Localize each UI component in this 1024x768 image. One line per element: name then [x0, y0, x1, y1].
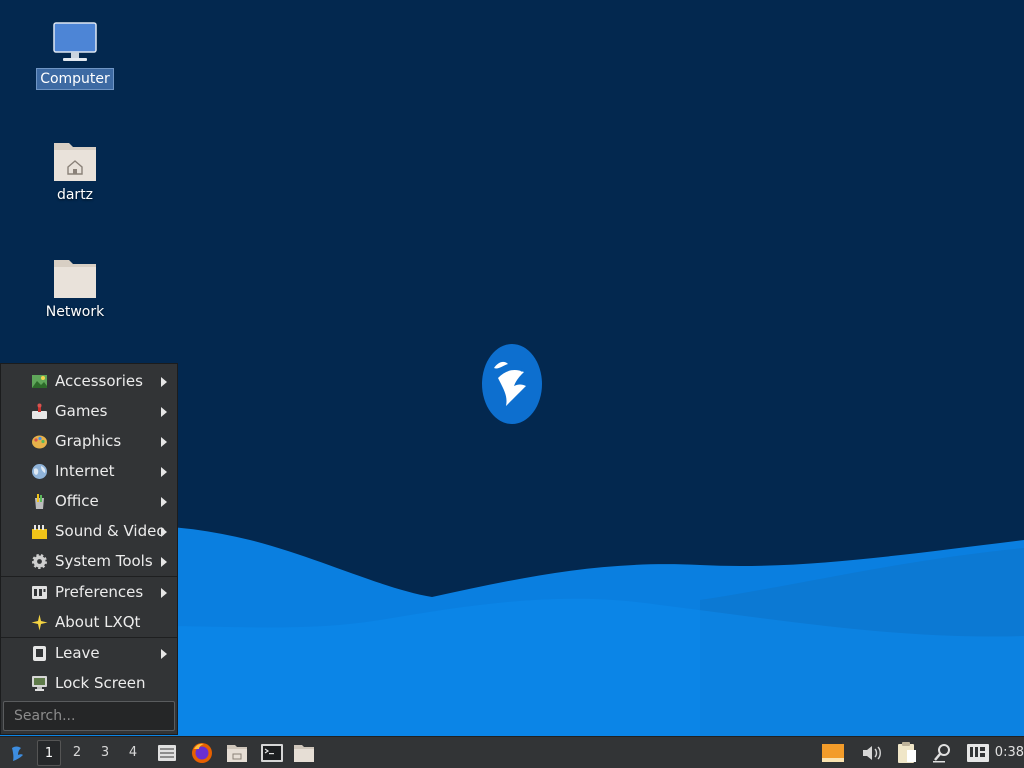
firefox-icon[interactable]	[189, 740, 215, 766]
desktop: Computer dartz Network Accessories Games…	[0, 0, 1024, 768]
taskbar: 1 2 3 4 0:38	[0, 736, 1024, 768]
submenu-arrow-icon	[161, 467, 167, 477]
file-manager-icon[interactable]	[224, 740, 250, 766]
show-desktop-icon[interactable]	[154, 740, 180, 766]
menu-item-preferences[interactable]: Preferences	[1, 577, 177, 607]
window-indicator-icon[interactable]	[820, 740, 846, 766]
submenu-arrow-icon	[161, 588, 167, 598]
menu-item-sound-video[interactable]: Sound & Video	[1, 516, 177, 546]
games-icon	[32, 403, 47, 419]
lubuntu-start-icon[interactable]	[4, 740, 30, 766]
graphics-icon	[32, 435, 47, 449]
application-menu: Accessories Games Graphics Internet Offi…	[0, 363, 178, 735]
clock[interactable]: 0:38	[995, 737, 1024, 768]
desktop-icon-dartz[interactable]: dartz	[35, 137, 115, 205]
desktop-icon-network[interactable]: Network	[35, 254, 115, 322]
sound-video-icon	[32, 525, 47, 539]
desktop-switch-3[interactable]: 3	[93, 740, 117, 766]
office-icon	[35, 494, 44, 509]
terminal-icon[interactable]	[259, 740, 285, 766]
leave-icon	[33, 646, 46, 661]
submenu-arrow-icon	[161, 407, 167, 417]
menu-item-internet[interactable]: Internet	[1, 456, 177, 486]
home-folder-icon	[54, 143, 96, 181]
submenu-arrow-icon	[161, 649, 167, 659]
gear-icon	[32, 554, 47, 569]
keyboard-layout-icon[interactable]	[965, 740, 991, 766]
star-icon	[31, 614, 48, 631]
lubuntu-logo	[482, 344, 542, 424]
clipboard-icon[interactable]	[893, 740, 919, 766]
menu-item-office[interactable]: Office	[1, 486, 177, 516]
menu-item-accessories[interactable]: Accessories	[1, 366, 177, 396]
menu-item-leave[interactable]: Leave	[1, 638, 177, 668]
desktop-switch-4[interactable]: 4	[121, 740, 145, 766]
desktop-switch-1[interactable]: 1	[37, 740, 61, 766]
submenu-arrow-icon	[161, 437, 167, 447]
desktop-icon-label: dartz	[56, 187, 94, 203]
desktop-icon-computer[interactable]: Computer	[35, 20, 115, 90]
lock-screen-icon	[32, 676, 47, 691]
desktop-switch-2[interactable]: 2	[65, 740, 89, 766]
submenu-arrow-icon	[161, 377, 167, 387]
submenu-arrow-icon	[161, 527, 167, 537]
menu-item-games[interactable]: Games	[1, 396, 177, 426]
submenu-arrow-icon	[161, 497, 167, 507]
menu-item-system-tools[interactable]: System Tools	[1, 546, 177, 576]
desktop-icon-label: Network	[45, 304, 105, 320]
menu-item-about-lxqt[interactable]: About LXQt	[1, 607, 177, 637]
submenu-arrow-icon	[161, 557, 167, 567]
search-tray-icon[interactable]	[930, 740, 956, 766]
internet-globe-icon	[32, 464, 47, 479]
accessories-icon	[32, 375, 47, 388]
menu-item-lock-screen[interactable]: Lock Screen	[1, 668, 177, 698]
desktop-icon-label: Computer	[36, 68, 114, 90]
folder-icon	[54, 260, 96, 298]
volume-icon[interactable]	[858, 740, 884, 766]
menu-search-input[interactable]	[3, 701, 175, 731]
preferences-icon	[32, 586, 47, 599]
computer-icon	[53, 22, 97, 61]
menu-item-graphics[interactable]: Graphics	[1, 426, 177, 456]
folder-icon[interactable]	[291, 740, 317, 766]
